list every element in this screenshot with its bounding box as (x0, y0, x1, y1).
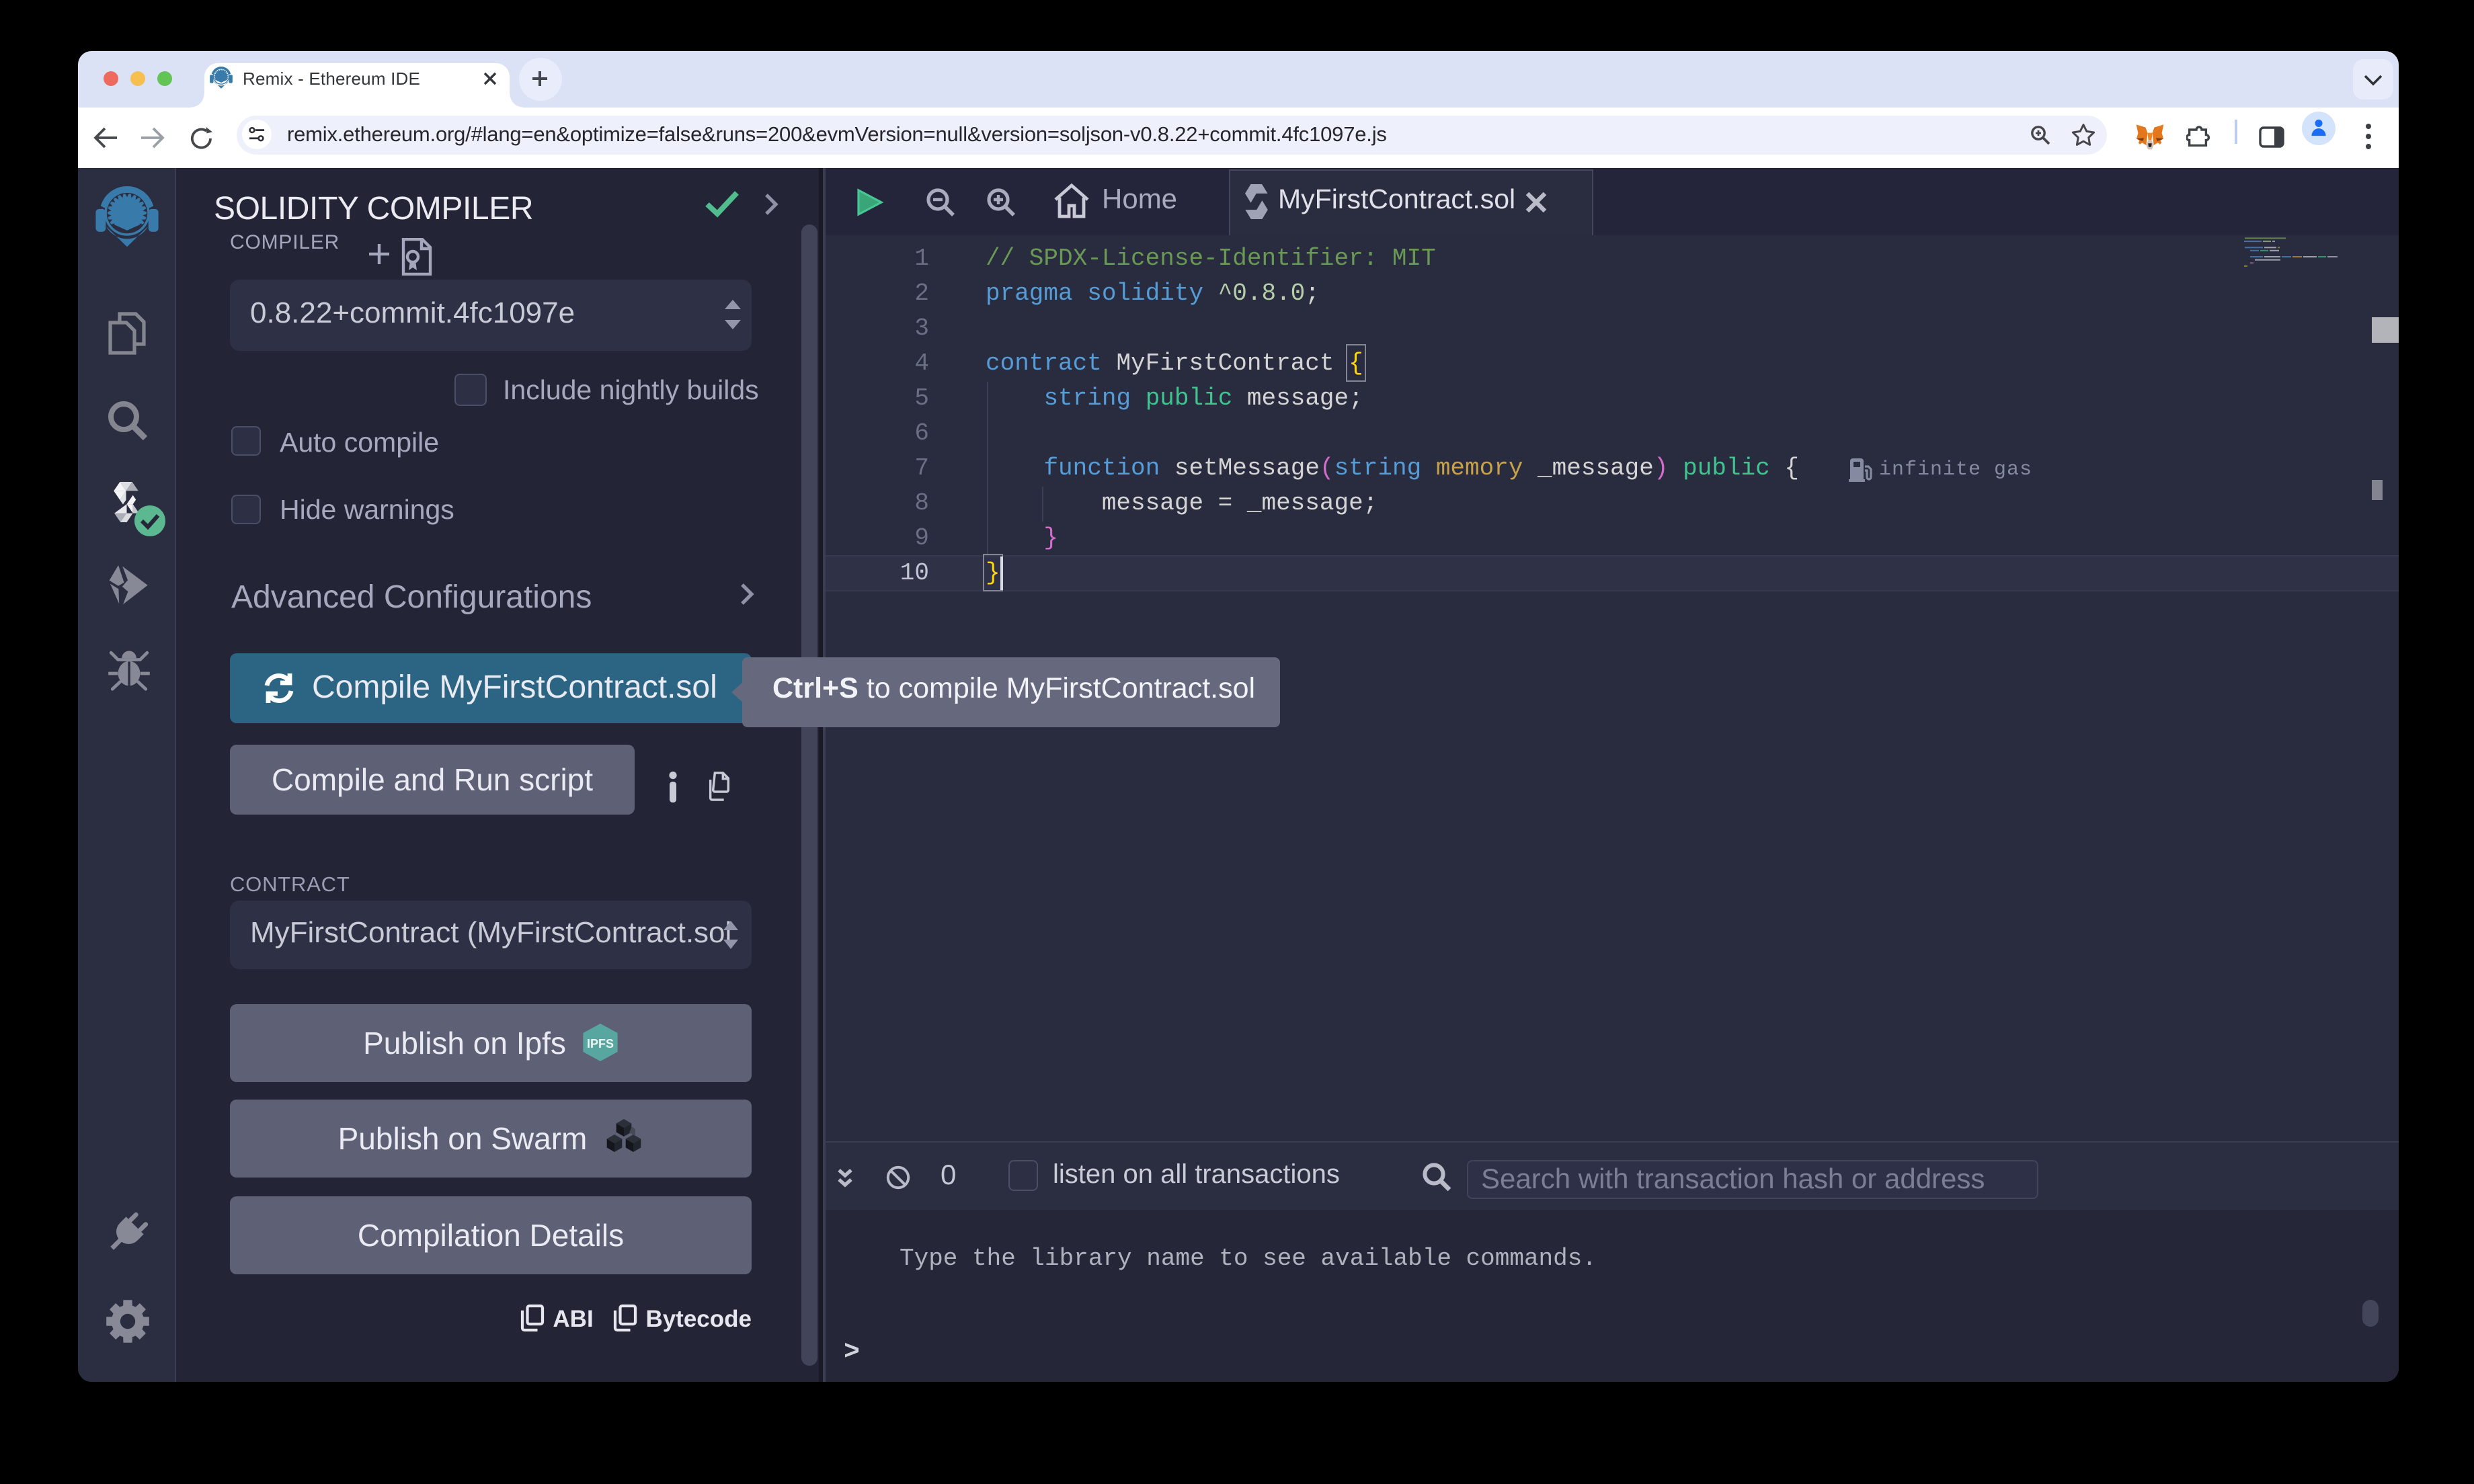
svg-text:IPFS: IPFS (587, 1037, 614, 1050)
